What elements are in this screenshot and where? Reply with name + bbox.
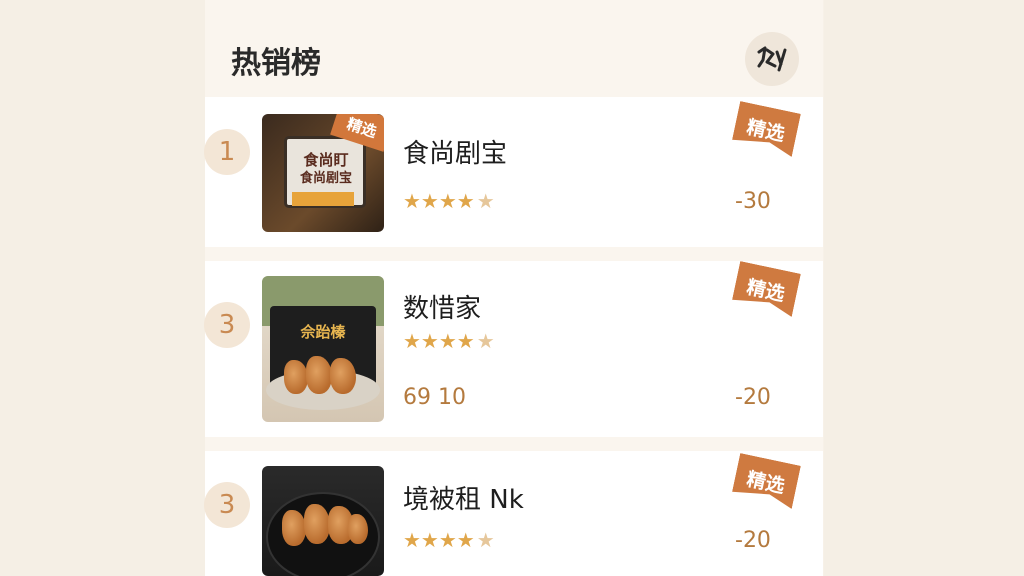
pastry-image xyxy=(284,360,308,394)
rank-badge: 3 xyxy=(204,482,250,528)
pastry-image xyxy=(282,510,306,546)
pastry-image xyxy=(304,504,330,544)
discount-label: -30 xyxy=(735,189,771,214)
background-left xyxy=(0,0,205,576)
discount-label: -20 xyxy=(735,528,771,553)
signature-button[interactable] xyxy=(745,32,799,86)
product-bag-text: 佘跆榛 xyxy=(300,323,346,341)
list-item[interactable]: 3 境被租 Nk ★★★★ ★ 精选 -20 xyxy=(204,451,823,576)
product-box-text-1: 食尚盯 xyxy=(303,151,349,169)
hot-sales-page: 热销榜 1 食尚盯 食尚剧宝 精选 食尚剧宝 ★★★★ ★ 精选 -30 3 佘… xyxy=(204,0,823,576)
rating-stars: ★★★★ ★ xyxy=(403,189,495,213)
star-icons: ★★★★ xyxy=(403,189,475,213)
discount-label: -20 xyxy=(735,385,771,410)
star-icons: ★★★★ xyxy=(403,329,475,353)
product-thumbnail[interactable]: 佘跆榛 xyxy=(262,276,384,422)
list-item[interactable]: 3 佘跆榛 数惜家 ★★★★ ★ 69 10 精选 -20 xyxy=(204,261,823,437)
signature-icon xyxy=(757,46,787,72)
rating-stars: ★★★★ ★ xyxy=(403,329,495,353)
pastry-image xyxy=(330,358,356,394)
price-label: 69 10 xyxy=(403,385,466,410)
rank-badge: 1 xyxy=(204,129,250,175)
product-name[interactable]: 数惜家 xyxy=(403,288,481,325)
product-name[interactable]: 食尚剧宝 xyxy=(403,133,507,170)
background-right xyxy=(824,0,1024,576)
pastry-image xyxy=(306,356,332,394)
product-box-text-2: 食尚剧宝 xyxy=(299,171,352,186)
featured-tag: 精选 xyxy=(731,453,801,509)
page-header: 热销榜 xyxy=(205,0,823,95)
product-name[interactable]: 境被租 Nk xyxy=(403,479,524,516)
half-star-icon: ★ xyxy=(476,329,495,353)
pastry-image xyxy=(348,514,368,544)
featured-tag: 精选 xyxy=(731,101,801,157)
half-star-icon: ★ xyxy=(476,528,495,552)
rating-stars: ★★★★ ★ xyxy=(403,528,495,552)
page-title: 热销榜 xyxy=(231,46,321,81)
product-thumbnail[interactable]: 食尚盯 食尚剧宝 精选 xyxy=(262,114,384,232)
product-box-stripe xyxy=(292,192,354,206)
half-star-icon: ★ xyxy=(476,189,495,213)
rank-badge: 3 xyxy=(204,302,250,348)
featured-tag: 精选 xyxy=(731,261,801,317)
star-icons: ★★★★ xyxy=(403,528,475,552)
list-item[interactable]: 1 食尚盯 食尚剧宝 精选 食尚剧宝 ★★★★ ★ 精选 -30 xyxy=(204,97,823,247)
product-thumbnail[interactable] xyxy=(262,466,384,576)
